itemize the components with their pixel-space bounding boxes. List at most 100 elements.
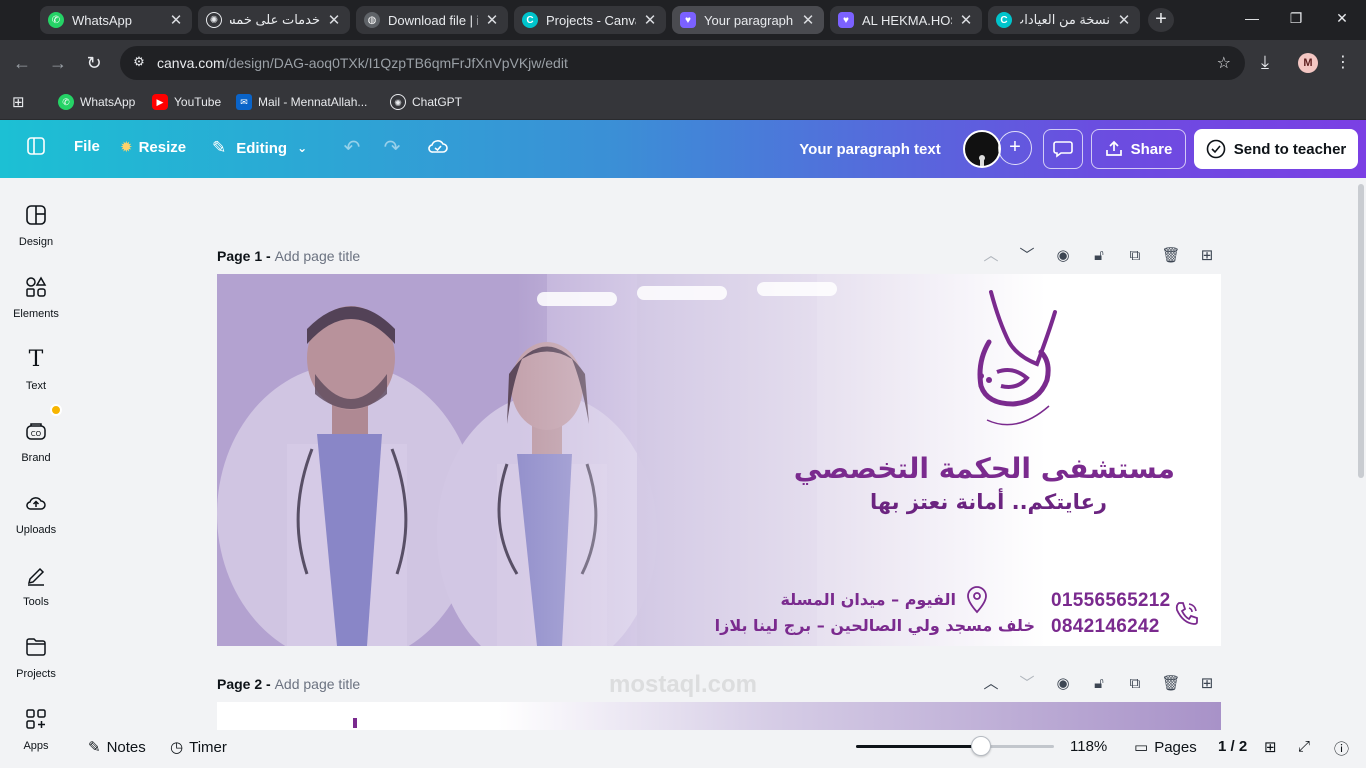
sidebar-toggle-icon[interactable] — [24, 136, 48, 160]
hide-eye-icon[interactable]: ◉ — [1051, 244, 1075, 268]
phone-number-2[interactable]: 0842146242 — [1051, 616, 1160, 638]
page-title-input[interactable]: Add page title — [275, 248, 361, 264]
bookmark-label: YouTube — [174, 95, 222, 109]
tab-projects-canva[interactable]: C Projects - Canva ✕ — [514, 6, 666, 34]
page-2-label[interactable]: Page 2 - Add page title — [217, 676, 360, 692]
help-icon[interactable]: ⓘ — [1334, 738, 1349, 759]
chevron-up-icon[interactable]: ︿ — [979, 672, 1003, 696]
tab-al-hekma[interactable]: ♥ AL HEKMA.HOSP ✕ — [830, 6, 982, 34]
window-close-icon[interactable]: ✕ — [1330, 10, 1354, 27]
sidebar-item-brand[interactable]: CO Brand — [0, 414, 72, 478]
zoom-slider[interactable] — [856, 745, 1054, 748]
document-title[interactable]: Your paragraph text — [770, 141, 970, 158]
comment-icon[interactable] — [1043, 129, 1083, 169]
phone-number-1[interactable]: 01556565212 — [1051, 590, 1171, 612]
close-icon[interactable]: ✕ — [800, 11, 816, 29]
apps-grid-icon[interactable]: ⊞ — [12, 92, 25, 112]
undo-icon[interactable]: ↶ — [340, 136, 364, 160]
site-info-icon[interactable]: ⚙ — [130, 54, 148, 72]
address-bar[interactable]: ⚙ canva.com/design/DAG-aoq0TXk/I1QzpTB6q… — [120, 46, 1245, 80]
download-icon[interactable]: ⤓ — [1261, 52, 1269, 73]
reload-icon[interactable]: ↻ — [82, 51, 106, 75]
page-number: Page 1 - — [217, 248, 275, 264]
send-to-teacher-button[interactable]: Send to teacher — [1194, 129, 1358, 169]
forward-arrow-icon[interactable]: → — [46, 51, 70, 75]
page-title-input[interactable]: Add page title — [275, 676, 361, 692]
address-line-2[interactable]: خلف مسجد ولي الصالحين – برج لينا بلازا — [715, 616, 1035, 635]
sidebar-item-apps[interactable]: Apps — [0, 702, 72, 766]
chevron-down-icon[interactable]: ﹀ — [1015, 672, 1039, 696]
url-text[interactable]: canva.com/design/DAG-aoq0TXk/I1QzpTB6qmF… — [157, 55, 568, 71]
design-page-2[interactable] — [217, 702, 1221, 730]
profile-avatar[interactable]: M — [1298, 53, 1318, 73]
file-menu[interactable]: File — [74, 138, 100, 155]
alhekma-logo[interactable] — [937, 282, 1077, 442]
lock-icon[interactable]: 🔓︎ — [1087, 244, 1111, 268]
close-icon[interactable]: ✕ — [642, 11, 658, 29]
duplicate-icon[interactable]: ⧉ — [1123, 672, 1147, 696]
bookmark-mail[interactable]: ✉ Mail - MennatAllah... — [236, 92, 367, 112]
grid-view-icon[interactable]: ⊞ — [1264, 738, 1277, 756]
add-page-icon[interactable]: ⊞ — [1195, 244, 1219, 268]
location-pin-icon[interactable] — [965, 586, 989, 614]
close-icon[interactable]: ✕ — [326, 11, 342, 29]
browser-menu-icon[interactable]: ⋮ — [1335, 52, 1351, 72]
minimize-icon[interactable]: — — [1240, 10, 1264, 26]
chevron-up-icon[interactable]: ︿ — [979, 244, 1003, 268]
fullscreen-icon[interactable]: ⤢ — [1298, 738, 1310, 755]
close-icon[interactable]: ✕ — [958, 11, 974, 29]
trash-icon[interactable]: 🗑︎ — [1159, 244, 1183, 268]
hospital-name[interactable]: مستشفى الحكمة التخصصي — [794, 452, 1175, 485]
duplicate-icon[interactable]: ⧉ — [1123, 244, 1147, 268]
page-1-label[interactable]: Page 1 - Add page title — [217, 248, 360, 264]
sidebar-item-tools[interactable]: Tools — [0, 558, 72, 622]
redo-icon[interactable]: ↷ — [380, 136, 404, 160]
notes-button[interactable]: ✎ Notes — [88, 738, 146, 757]
zoom-slider-handle[interactable] — [970, 736, 991, 756]
add-collaborator-button[interactable]: + — [998, 131, 1032, 165]
bookmark-chatgpt[interactable]: ✺ ChatGPT — [390, 92, 462, 112]
cloud-upload-icon — [24, 492, 48, 516]
phone-icon[interactable] — [1173, 599, 1201, 627]
design-page-1[interactable]: مستشفى الحكمة التخصصي رعايتكم.. أمانة نع… — [217, 274, 1221, 646]
tab-clinics-copy[interactable]: C نسخة من العيادات ✕ — [988, 6, 1140, 34]
close-icon[interactable]: ✕ — [484, 11, 500, 29]
tab-your-paragraph[interactable]: ♥ Your paragraph t ✕ — [672, 6, 824, 34]
tab-khamsat[interactable]: ✺ خدمات على خمسة ✕ — [198, 6, 350, 34]
scrollbar-thumb[interactable] — [1358, 184, 1364, 478]
hide-eye-icon[interactable]: ◉ — [1051, 672, 1075, 696]
pages-button[interactable]: ▭ Pages — [1134, 738, 1197, 757]
close-icon[interactable]: ✕ — [168, 11, 184, 29]
sidebar-item-uploads[interactable]: Uploads — [0, 486, 72, 550]
editing-mode-dropdown[interactable]: ✎ Editing ⌄ — [212, 138, 307, 158]
notes-icon: ✎ — [88, 739, 101, 756]
lock-icon[interactable]: 🔓︎ — [1087, 672, 1111, 696]
canvas-scrollbar[interactable] — [1356, 178, 1366, 730]
back-arrow-icon[interactable]: ← — [10, 51, 34, 75]
sidebar-item-projects[interactable]: Projects — [0, 630, 72, 694]
chevron-down-icon[interactable]: ﹀ — [1015, 244, 1039, 268]
trash-icon[interactable]: 🗑︎ — [1159, 672, 1183, 696]
bookmark-whatsapp[interactable]: ✆ WhatsApp — [58, 92, 135, 112]
resize-button[interactable]: ✹ Resize — [120, 138, 186, 157]
hospital-slogan[interactable]: رعايتكم.. أمانة نعتز بها — [870, 490, 1107, 514]
sidebar-item-text[interactable]: T Text — [0, 342, 72, 406]
canvas-area[interactable]: Page 1 - Add page title ︿ ﹀ ◉ 🔓︎ ⧉ 🗑︎ ⊞ — [72, 178, 1356, 730]
zoom-level[interactable]: 118% — [1070, 738, 1107, 755]
cloud-saved-icon[interactable] — [426, 136, 450, 160]
tab-download-file[interactable]: ◍ Download file | iL ✕ — [356, 6, 508, 34]
address-line-1[interactable]: الفيوم – ميدان المسلة — [780, 590, 956, 609]
tab-whatsapp[interactable]: ✆ WhatsApp ✕ — [40, 6, 192, 34]
bookmark-youtube[interactable]: ▶ YouTube — [152, 92, 221, 112]
restore-icon[interactable]: ❐ — [1284, 10, 1308, 27]
user-avatar[interactable] — [963, 130, 1001, 168]
sidebar-item-elements[interactable]: Elements — [0, 270, 72, 334]
new-tab-button[interactable]: + — [1148, 8, 1174, 32]
timer-button[interactable]: ◷ Timer — [170, 738, 227, 757]
add-page-icon[interactable]: ⊞ — [1195, 672, 1219, 696]
sidebar-item-design[interactable]: Design — [0, 198, 72, 262]
close-icon[interactable]: ✕ — [1116, 11, 1132, 29]
bookmark-star-icon[interactable]: ☆ — [1217, 53, 1231, 73]
share-button[interactable]: Share — [1091, 129, 1186, 169]
outlook-icon: ✉ — [236, 94, 252, 110]
